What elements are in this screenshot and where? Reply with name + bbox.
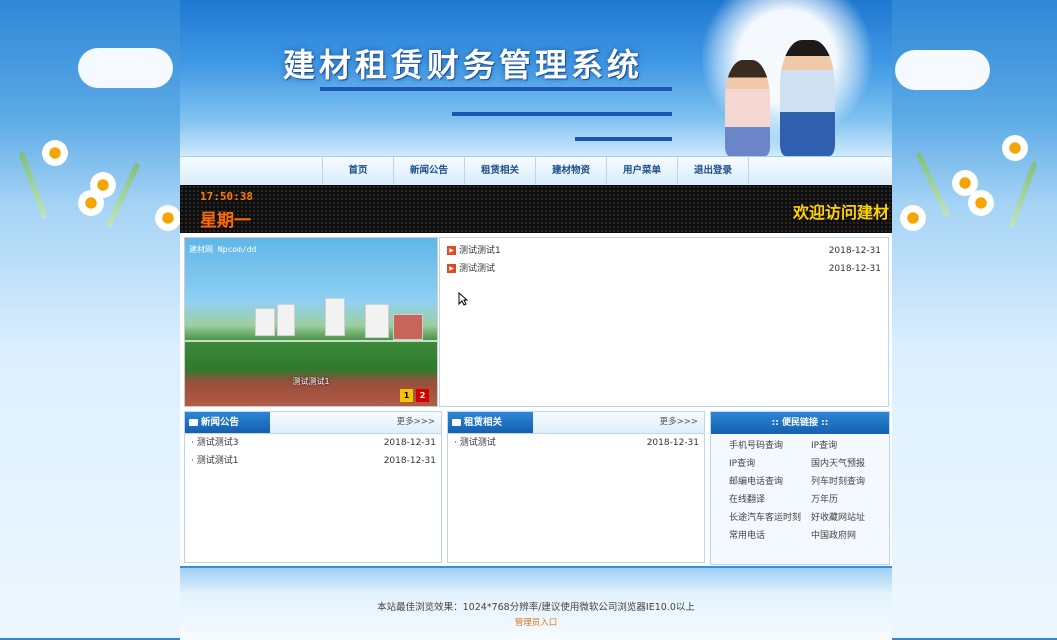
table-row[interactable]: · 测试测试1 2018-12-31 [185, 452, 441, 470]
clock-time: 17:50:38 [200, 190, 253, 203]
footer-browser-note: 本站最佳浏览效果：1024*768分辨率/建议使用微软公司浏览器IE10.0以上 [377, 602, 695, 613]
title-stripe [575, 137, 672, 141]
latest-notice-panel: ▶ 测试测试1 2018-12-31 ▶ 测试测试 2018-12-31 [439, 237, 889, 407]
notice-date: 2018-12-31 [828, 264, 881, 274]
footer: 本站最佳浏览效果：1024*768分辨率/建议使用微软公司浏览器IE10.0以上… [180, 566, 892, 640]
system-title: 建材租赁财务管理系统 [283, 46, 644, 84]
rental-item-date: 2018-12-31 [646, 438, 699, 448]
main-nav: 首页 新闻公告 租赁相关 建材物资 用户菜单 退出登录 [180, 156, 892, 186]
right-leaf [1008, 161, 1038, 229]
building [393, 314, 423, 340]
admin-login-link[interactable]: 管理员入口 [180, 616, 892, 628]
link-weather[interactable]: 国内天气预报 [811, 458, 889, 470]
link-translate[interactable]: 在线翻译 [729, 494, 811, 506]
convenience-links-box: :: 便民链接 :: 手机号码查询 IP查询 IP查询 国内天气预报 邮编电话查… [710, 411, 890, 565]
rental-box-tab: 租赁相关 [448, 412, 533, 433]
title-stripe [452, 112, 672, 116]
left-cloud [78, 48, 173, 88]
links-grid: 手机号码查询 IP查询 IP查询 国内天气预报 邮编电话查询 列车时刻查询 在线… [729, 440, 889, 542]
slide-page-2[interactable]: 2 [416, 389, 429, 402]
list-item[interactable]: ▶ 测试测试1 2018-12-31 [447, 244, 881, 258]
news-box-title: 新闻公告 [201, 417, 240, 428]
book-icon [452, 419, 461, 426]
table-row[interactable]: · 测试测试3 2018-12-31 [185, 434, 441, 452]
link-bookmark-site[interactable]: 好收藏网站址 [811, 512, 889, 524]
flower-icon [900, 205, 926, 231]
flower-icon [1002, 135, 1028, 161]
student-boy [780, 40, 835, 156]
link-postcode[interactable]: 邮编电话查询 [729, 476, 811, 488]
header-banner: 建材租赁财务管理系统 [180, 0, 892, 156]
rental-box: 租赁相关 更多>>> · 测试测试 2018-12-31 [447, 411, 705, 563]
link-common-phones[interactable]: 常用电话 [729, 530, 811, 542]
building [365, 304, 389, 338]
nav-materials[interactable]: 建材物资 [536, 157, 607, 185]
clock-weekday: 星期一 [200, 211, 251, 231]
rental-box-title: 租赁相关 [464, 417, 503, 428]
page-container: 建材租赁财务管理系统 首页 新闻公告 租赁相关 建材物资 用户菜单 退出登录 1… [180, 0, 892, 640]
book-icon [189, 419, 198, 426]
link-train-schedule[interactable]: 列车时刻查询 [811, 476, 889, 488]
news-box-header: 新闻公告 更多>>> [185, 412, 441, 434]
link-ip-lookup-2[interactable]: IP查询 [729, 458, 811, 470]
news-box-tab: 新闻公告 [185, 412, 270, 433]
image-slideshow[interactable]: 建材网 Npcom/dd 测试测试1 1 2 [184, 237, 438, 407]
nav-home[interactable]: 首页 [322, 157, 394, 185]
notice-title[interactable]: 测试测试 [459, 264, 495, 274]
right-cloud [895, 50, 990, 90]
nav-logout[interactable]: 退出登录 [678, 157, 749, 185]
news-item-title[interactable]: 测试测试3 [197, 438, 239, 448]
link-ip-lookup[interactable]: IP查询 [811, 440, 889, 452]
notice-date: 2018-12-31 [828, 246, 881, 256]
flower-icon [968, 190, 994, 216]
notice-icon: ▶ [447, 264, 456, 273]
link-bus-schedule[interactable]: 长途汽车客运时刻 [729, 512, 811, 524]
slide-logo: 建材网 Npcom/dd [189, 245, 257, 254]
link-phone-lookup[interactable]: 手机号码查询 [729, 440, 811, 452]
list-item[interactable]: ▶ 测试测试 2018-12-31 [447, 262, 881, 276]
flower-icon [42, 140, 68, 166]
rental-box-header: 租赁相关 更多>>> [448, 412, 704, 434]
news-box: 新闻公告 更多>>> · 测试测试3 2018-12-31 · 测试测试1 2018… [184, 411, 442, 563]
track-line [185, 340, 437, 342]
mouse-pointer-icon [458, 292, 468, 306]
news-item-date: 2018-12-31 [383, 438, 436, 448]
student-girl [725, 60, 770, 156]
left-leaf [18, 151, 48, 219]
news-item-title[interactable]: 测试测试1 [197, 456, 239, 466]
nav-news[interactable]: 新闻公告 [394, 157, 465, 185]
notice-title[interactable]: 测试测试1 [459, 246, 501, 256]
news-more-link[interactable]: 更多>>> [397, 412, 435, 433]
flower-icon [155, 205, 181, 231]
link-gov-site[interactable]: 中国政府网 [811, 530, 889, 542]
led-ticker: 17:50:38 星期一 欢迎访问建材 [180, 185, 892, 233]
news-item-date: 2018-12-31 [383, 456, 436, 466]
nav-user-menu[interactable]: 用户菜单 [607, 157, 678, 185]
rental-more-link[interactable]: 更多>>> [660, 412, 698, 433]
building [255, 308, 275, 336]
links-box-title: :: 便民链接 :: [711, 412, 889, 434]
notice-icon: ▶ [447, 246, 456, 255]
rental-item-title[interactable]: 测试测试 [460, 438, 496, 448]
title-stripe [320, 87, 672, 91]
building [325, 298, 345, 336]
flower-icon [78, 190, 104, 216]
link-calendar[interactable]: 万年历 [811, 494, 889, 506]
slide-page-1[interactable]: 1 [400, 389, 413, 402]
building [277, 304, 295, 336]
nav-rental[interactable]: 租赁相关 [465, 157, 536, 185]
welcome-marquee: 欢迎访问建材 [793, 203, 890, 222]
slide-caption: 测试测试1 [292, 377, 330, 386]
slide-pager: 1 2 [400, 389, 429, 402]
table-row[interactable]: · 测试测试 2018-12-31 [448, 434, 704, 452]
